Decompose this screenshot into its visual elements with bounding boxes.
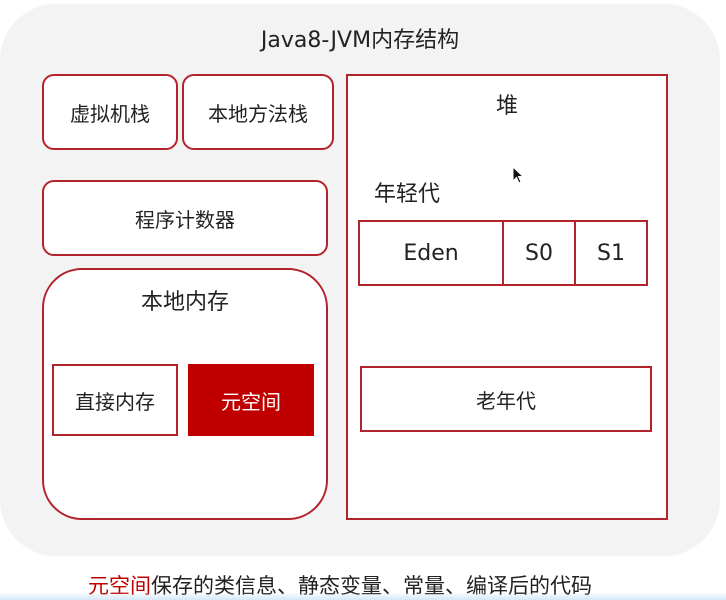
eden-box: Eden [358, 220, 504, 286]
heap-box [346, 74, 668, 520]
metaspace-box: 元空间 [188, 364, 314, 436]
direct-memory-box: 直接内存 [52, 364, 178, 436]
bottom-edge-glow [0, 592, 726, 600]
vm-stack-box: 虚拟机栈 [42, 74, 178, 150]
young-gen-label: 年轻代 [374, 182, 441, 207]
native-method-stack-box: 本地方法栈 [182, 74, 334, 150]
native-memory-label: 本地内存 [140, 290, 229, 315]
heap-label: 堆 [495, 94, 518, 119]
program-counter-box: 程序计数器 [42, 180, 328, 256]
mouse-cursor-icon [512, 166, 525, 184]
s0-box: S0 [502, 220, 576, 286]
diagram-title: Java8-JVM内存结构 [260, 28, 460, 53]
s1-box: S1 [574, 220, 648, 286]
old-gen-box: 老年代 [360, 366, 652, 432]
